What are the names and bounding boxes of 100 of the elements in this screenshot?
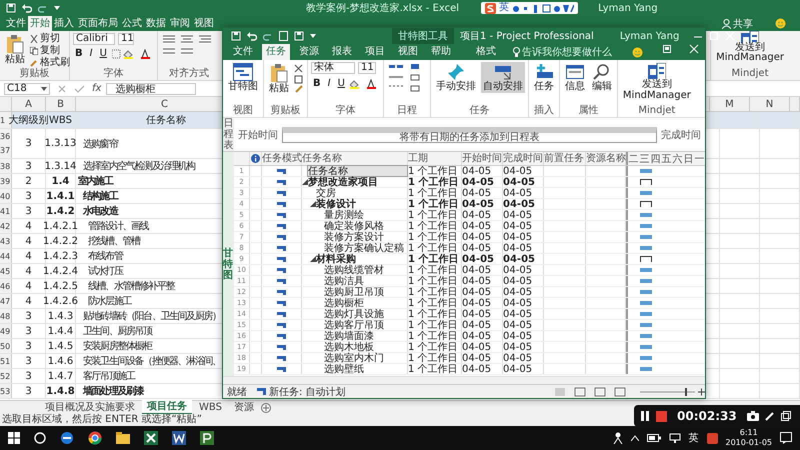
ribbon-tab[interactable]: 文件 xyxy=(229,44,257,60)
sheet-tab[interactable]: 项目概况及实施要求 xyxy=(40,401,140,414)
timescale-day: 四 xyxy=(650,152,660,165)
ribbon-tab[interactable]: 格式 xyxy=(472,44,500,60)
column-header[interactable]: 资源名称 xyxy=(586,152,626,165)
gantt-chart-button[interactable]: 甘特图 xyxy=(226,62,260,93)
row-number: 51 xyxy=(0,356,11,366)
task-name[interactable]: 选购室内木门 xyxy=(324,353,407,363)
auto-schedule-button[interactable]: 自动安排 xyxy=(480,62,525,93)
formula-field[interactable]: 选购橱柜 xyxy=(106,82,196,94)
task-name[interactable]: 选购壁纸 xyxy=(324,364,407,374)
ribbon-tab[interactable]: 资源 xyxy=(295,44,323,60)
paste-button[interactable]: 粘贴 xyxy=(3,33,27,66)
task-name[interactable]: 梦想改造家项目 xyxy=(308,177,407,187)
task-name[interactable]: 装修方案确认定稿 xyxy=(324,243,407,253)
task-name[interactable]: 选购客厅吊顶 xyxy=(324,320,407,330)
font-field[interactable]: 宋体 xyxy=(311,62,355,74)
underline-button[interactable]: U xyxy=(336,78,347,89)
editing-button[interactable]: 编辑 xyxy=(590,62,614,93)
ribbon-tab[interactable]: 审阅 xyxy=(168,16,192,31)
format-painter-button[interactable]: 格式刷 xyxy=(30,57,70,68)
ribbon-tab[interactable]: 帮助 xyxy=(427,44,455,60)
table-cell: 3 xyxy=(12,369,46,383)
send-to-mindmanager-button[interactable]: 发送到 MindManager xyxy=(714,31,786,63)
manual-schedule-button[interactable]: 手动安排 xyxy=(434,62,478,93)
table-cell: 1.4.2.1 xyxy=(46,219,76,233)
ribbon-tab[interactable]: 文件 xyxy=(4,16,28,31)
column-header[interactable]: M xyxy=(710,97,750,111)
clock[interactable]: 6:11 2010-01-05 xyxy=(726,428,772,448)
column-header[interactable]: A xyxy=(12,97,46,111)
share-button[interactable]: 共享 xyxy=(733,16,753,30)
sheet-tab[interactable]: WBS xyxy=(194,401,227,414)
ime-toolbar[interactable]: 英 xyxy=(481,2,578,14)
insert-function-button[interactable]: fx xyxy=(92,83,102,94)
information-button[interactable]: 信息 xyxy=(562,62,587,93)
table-cell-text: 卫生间、厨房吊顶 xyxy=(82,324,152,338)
table-cell: 04-05 xyxy=(462,166,503,176)
insert-task-button[interactable]: 任务 xyxy=(532,62,556,93)
timeline-label: 日程表 xyxy=(223,118,234,151)
ribbon-tab[interactable]: 公式 xyxy=(120,16,144,31)
column-header[interactable]: 前置任务 xyxy=(544,152,586,165)
input-language[interactable]: 英 xyxy=(688,431,698,445)
task-name[interactable]: 选购厨卫吊顶 xyxy=(324,287,407,297)
copy-button[interactable]: 复制 xyxy=(30,45,70,56)
ribbon-tab[interactable]: 视图 xyxy=(394,44,422,60)
table-cell: 04-05 xyxy=(503,287,544,297)
ribbon-tab[interactable]: 开始 xyxy=(28,16,52,31)
task-name[interactable]: 选购灯具设施 xyxy=(324,309,407,319)
row-number: 37 xyxy=(0,146,11,156)
italic-button[interactable]: I xyxy=(88,48,95,59)
timeline-start-label: 开始时间 xyxy=(238,128,278,142)
task-name[interactable]: 选购洁具 xyxy=(324,276,407,286)
column-header[interactable]: C xyxy=(161,99,168,110)
table-cell-text: 试水打压 xyxy=(87,264,122,278)
sheet-tab[interactable]: 项目任务 xyxy=(142,400,192,415)
cut-button[interactable]: 剪切 xyxy=(30,33,70,44)
task-name[interactable]: 选购木地板 xyxy=(324,342,407,352)
ribbon-tab[interactable]: 数据 xyxy=(144,16,168,31)
ribbon-tab[interactable]: 插入 xyxy=(52,16,76,31)
sheet-tab[interactable]: 资源 xyxy=(228,401,259,414)
ribbon-tab[interactable]: 项目 xyxy=(361,44,389,60)
ribbon-tab[interactable]: 视图 xyxy=(192,16,216,31)
table-cell: 1 个工作日 xyxy=(408,210,462,220)
task-name[interactable]: 选购线缆管材 xyxy=(324,265,407,275)
ribbon-tab[interactable]: 报表 xyxy=(328,44,356,60)
ribbon-tab[interactable]: 任务 xyxy=(262,44,290,60)
task-name[interactable]: 确定装修风格 xyxy=(324,221,407,231)
ime-mode[interactable]: 英 xyxy=(499,2,510,14)
task-name[interactable]: 任务名称 xyxy=(308,166,407,176)
bold-button[interactable]: B xyxy=(311,78,323,89)
table-cell: 04-05 xyxy=(503,221,544,231)
column-header[interactable]: 完成时间 xyxy=(503,152,544,165)
column-header[interactable]: 任务模式 xyxy=(262,152,302,165)
task-name[interactable]: 量房测绘 xyxy=(324,210,407,220)
table-cell: 3 xyxy=(12,204,46,218)
task-name[interactable]: 装修设计 xyxy=(316,199,407,209)
ribbon-tab[interactable]: 页面布局 xyxy=(76,16,120,31)
column-header[interactable]: B xyxy=(46,97,76,111)
italic-button[interactable]: I xyxy=(326,78,333,89)
table-cell: 04-05 xyxy=(462,276,503,286)
send-to-mindmanager-button[interactable]: 发送到 MindManager xyxy=(620,62,693,102)
timeline-bar[interactable]: 将带有日期的任务添加到日程表 xyxy=(282,126,657,142)
underline-button[interactable]: U xyxy=(98,48,109,59)
column-header[interactable]: N xyxy=(750,97,790,111)
table-cell: 04-05 xyxy=(503,320,544,330)
paste-button[interactable]: 粘贴 xyxy=(267,62,291,95)
task-name[interactable]: 材料采购 xyxy=(316,254,407,264)
font-size-field[interactable]: 11 xyxy=(358,62,376,74)
name-box[interactable]: C18 xyxy=(4,82,50,94)
task-name[interactable]: 选购橱柜 xyxy=(324,298,407,308)
tell-me-search[interactable]: 告诉我你想要做什么 xyxy=(522,45,612,59)
font-size-field[interactable]: 11 xyxy=(118,33,134,45)
task-name[interactable]: 装修方案设计 xyxy=(324,232,407,242)
font-field[interactable]: Calibri xyxy=(73,33,115,45)
task-name[interactable]: 交房 xyxy=(316,188,407,198)
bold-button[interactable]: B xyxy=(73,48,85,59)
task-name[interactable]: 选购墙面漆 xyxy=(324,331,407,341)
new-task-mode[interactable]: 新任务: 自动计划 xyxy=(269,384,346,398)
column-header[interactable]: 开始时间 xyxy=(462,152,503,165)
column-header[interactable]: 工期 xyxy=(408,152,462,165)
